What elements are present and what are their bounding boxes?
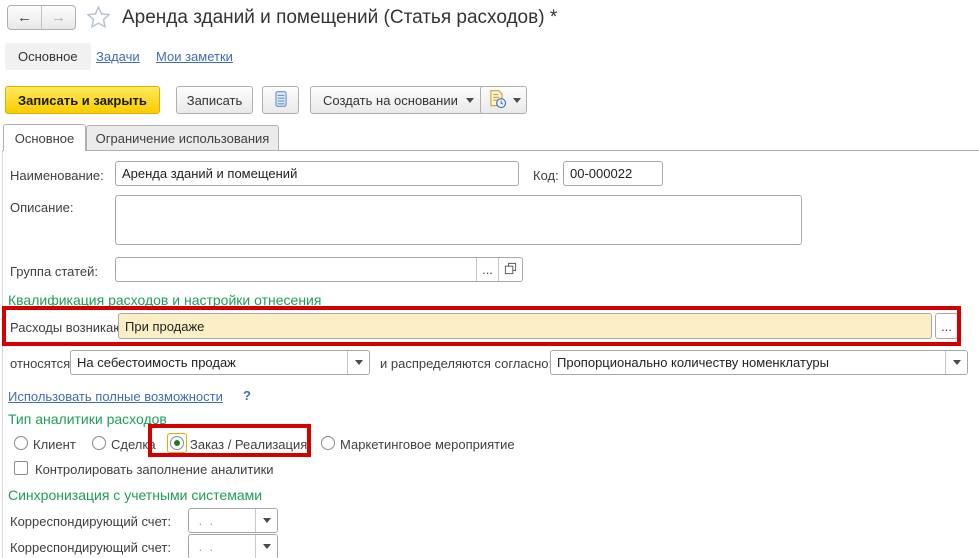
tab-usage-restriction[interactable]: Ограничение использования (86, 125, 279, 151)
nav-link-notes[interactable]: Мои заметки (156, 49, 233, 64)
tab-main[interactable]: Основное (3, 124, 86, 151)
relate-select[interactable]: На себестоимость продаж (70, 350, 370, 375)
group-input[interactable]: ... (115, 257, 523, 282)
radio-order-realization[interactable] (167, 433, 187, 453)
chevron-down-icon (512, 97, 521, 103)
page-title: Аренда зданий и помещений (Статья расход… (122, 7, 558, 28)
section-analytics-heading: Тип аналитики расходов (8, 411, 167, 427)
open-in-window-icon (504, 262, 517, 278)
corr-account-2-label: Корреспондирующий счет: (10, 540, 171, 555)
expenses-occur-choose-button[interactable]: ... (935, 313, 958, 339)
relate-select-value[interactable]: На себестоимость продаж (71, 351, 347, 374)
section-qualification-heading: Квалификация расходов и настройки отнесе… (8, 292, 322, 308)
forward-button[interactable]: → (42, 6, 75, 29)
code-field-label: Код: (533, 168, 559, 183)
name-field-label: Наименование: (10, 168, 104, 183)
corr-account-2-select[interactable]: . . (188, 534, 278, 558)
radio-circle (170, 436, 184, 450)
description-textarea[interactable] (115, 195, 802, 245)
create-based-on-button[interactable]: Создать на основании (310, 86, 487, 114)
radio-client-label[interactable]: Клиент (33, 437, 76, 452)
change-history-button[interactable] (480, 86, 527, 114)
section-sync-heading: Синхронизация с учетными системами (8, 487, 263, 503)
radio-deal-label[interactable]: Сделка (111, 437, 156, 452)
save-button[interactable]: Записать (176, 86, 253, 114)
chevron-down-icon (465, 97, 474, 103)
chevron-down-icon (952, 360, 961, 365)
description-field-label: Описание: (10, 200, 74, 215)
back-button[interactable]: ← (8, 6, 42, 29)
radio-circle (321, 436, 335, 450)
radio-deal[interactable] (89, 433, 109, 453)
expense-item-form-window: ← → Аренда зданий и помещений (Статья ра… (0, 0, 979, 558)
chevron-down-icon (262, 518, 271, 523)
corr-account-2-value[interactable]: . . (189, 535, 255, 558)
group-open-button[interactable] (498, 258, 522, 281)
corr-account-1-dropdown-button[interactable] (255, 509, 277, 532)
expenses-occur-label: Расходы возникают: (10, 320, 133, 335)
radio-marketing-event[interactable] (318, 433, 338, 453)
chevron-down-icon (262, 544, 271, 549)
corr-account-2-dropdown-button[interactable] (255, 535, 277, 558)
group-input-value[interactable] (116, 258, 476, 281)
control-analytics-checkbox[interactable] (14, 461, 28, 475)
distributed-select-value[interactable]: Пропорционально количеству номенклатуры (551, 351, 945, 374)
favorite-star-icon[interactable] (85, 4, 112, 31)
group-choose-button[interactable]: ... (476, 258, 498, 281)
save-and-close-button[interactable]: Записать и закрыть (5, 86, 160, 114)
distributed-dropdown-button[interactable] (945, 351, 967, 374)
radio-circle (14, 436, 28, 450)
stacked-list-icon (272, 90, 290, 111)
report-structure-button[interactable] (262, 86, 299, 114)
history-nav-buttons: ← → (7, 5, 76, 30)
radio-order-realization-label[interactable]: Заказ / Реализация (190, 437, 307, 452)
radio-client[interactable] (11, 433, 31, 453)
name-input[interactable] (115, 161, 519, 186)
radio-marketing-event-label[interactable]: Маркетинговое мероприятие (340, 437, 515, 452)
corr-account-1-value[interactable]: . . (189, 509, 255, 532)
nav-link-tasks[interactable]: Задачи (96, 49, 140, 64)
document-clock-icon (487, 89, 507, 112)
distributed-label: и распределяются согласно: (380, 356, 553, 371)
nav-link-main[interactable]: Основное (5, 43, 91, 70)
group-field-label: Группа статей: (10, 264, 98, 279)
chevron-down-icon (354, 360, 363, 365)
create-based-on-label: Создать на основании (323, 92, 458, 108)
radio-circle (92, 436, 106, 450)
use-full-features-link[interactable]: Использовать полные возможности (8, 389, 223, 404)
relate-dropdown-button[interactable] (347, 351, 369, 374)
relate-label: относятся: (10, 356, 74, 371)
distributed-select[interactable]: Пропорционально количеству номенклатуры (550, 350, 968, 375)
code-input[interactable] (563, 161, 663, 186)
corr-account-1-label: Корреспондирующий счет: (10, 514, 171, 529)
corr-account-1-select[interactable]: . . (188, 508, 278, 533)
control-analytics-checkbox-label[interactable]: Контролировать заполнение аналитики (35, 462, 274, 477)
expenses-occur-input[interactable] (118, 313, 932, 339)
help-question-mark[interactable]: ? (243, 388, 251, 403)
